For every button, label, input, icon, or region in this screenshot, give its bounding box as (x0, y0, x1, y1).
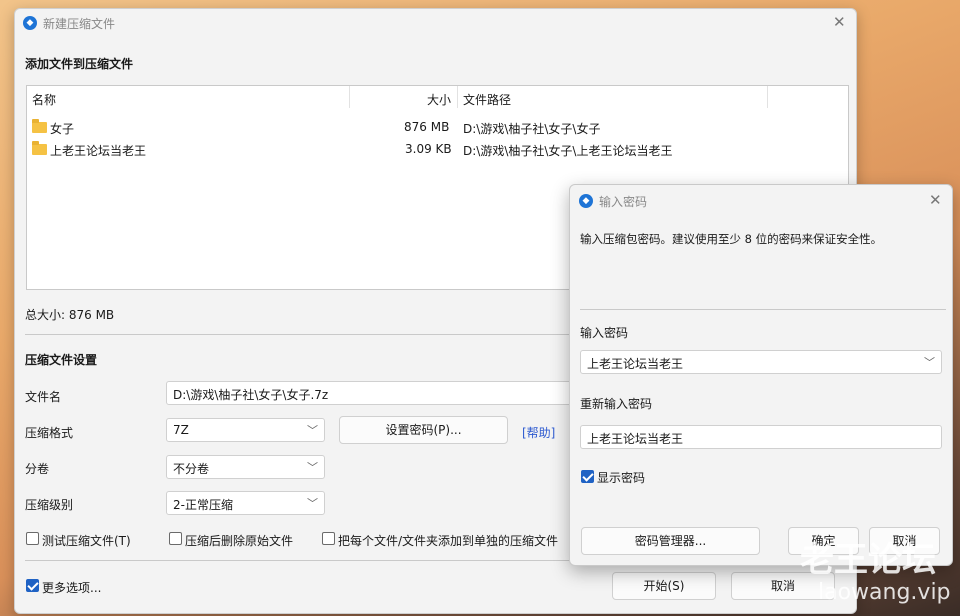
file-size: 876 MB (404, 120, 450, 134)
column-header-path[interactable]: 文件路径 (463, 91, 511, 108)
level-select[interactable]: 2-正常压缩 ﹀ (166, 491, 325, 515)
file-path: D:\游戏\柚子社\女子\女子 (463, 122, 601, 136)
separate-archives-checkbox[interactable] (322, 532, 335, 545)
divider (25, 560, 570, 561)
file-row[interactable]: 女子 876 MB D:\游戏\柚子社\女子\女子 (27, 116, 848, 138)
volume-select[interactable]: 不分卷 ﹀ (166, 455, 325, 479)
divider (25, 334, 570, 335)
help-link[interactable]: [帮助] (522, 424, 555, 441)
window-title: 新建压缩文件 (43, 17, 116, 31)
volume-label: 分卷 (25, 462, 50, 476)
add-files-heading: 添加文件到压缩文件 (25, 57, 134, 71)
file-name: 上老王论坛当老王 (50, 144, 147, 158)
dialog-title: 输入密码 (599, 195, 648, 209)
chevron-down-icon: ﹀ (307, 497, 318, 510)
more-options-label[interactable]: 更多选项... (42, 579, 101, 596)
folder-icon (32, 119, 47, 133)
separate-archives-label[interactable]: 把每个文件/文件夹添加到单独的压缩文件 (338, 532, 558, 549)
total-size: 总大小: 876 MB (25, 308, 115, 322)
watermark-text: 老王论坛 (800, 540, 936, 580)
password-value: 上老王论坛当老王 (587, 357, 684, 371)
level-label: 压缩级别 (25, 498, 74, 512)
close-icon[interactable]: ✕ (929, 193, 942, 208)
show-password-checkbox[interactable] (581, 470, 594, 483)
level-value: 2-正常压缩 (173, 498, 233, 512)
test-archive-label[interactable]: 测试压缩文件(T) (42, 532, 131, 549)
show-password-label[interactable]: 显示密码 (597, 469, 645, 486)
file-size: 3.09 KB (405, 142, 452, 156)
volume-value: 不分卷 (173, 462, 210, 476)
chevron-down-icon: ﹀ (307, 461, 318, 474)
password-label: 输入密码 (580, 326, 629, 340)
column-divider (767, 86, 768, 108)
folder-icon (32, 141, 47, 155)
password-input[interactable]: 上老王论坛当老王 ﹀ (580, 350, 942, 374)
close-icon[interactable]: ✕ (833, 15, 846, 30)
filename-label: 文件名 (25, 390, 62, 404)
file-list-header: 名称 大小 文件路径 (27, 86, 848, 108)
test-archive-checkbox[interactable] (26, 532, 39, 545)
title-bar: ◆ 新建压缩文件 ✕ (15, 9, 856, 39)
column-divider (349, 86, 350, 108)
divider (580, 309, 946, 310)
more-options-checkbox[interactable] (26, 579, 39, 592)
file-name: 女子 (50, 122, 75, 136)
set-password-button[interactable]: 设置密码(P)... (339, 416, 508, 444)
dialog-description: 输入压缩包密码。建议使用至少 8 位的密码来保证安全性。 (580, 232, 883, 246)
watermark-url: laowang.vip (818, 580, 951, 605)
column-divider (457, 86, 458, 108)
password-dialog: ◆ 输入密码 ✕ 输入压缩包密码。建议使用至少 8 位的密码来保证安全性。 输入… (569, 184, 953, 566)
format-select[interactable]: 7Z ﹀ (166, 418, 325, 442)
start-button[interactable]: 开始(S) (612, 572, 716, 600)
delete-original-checkbox[interactable] (169, 532, 182, 545)
file-row[interactable]: 上老王论坛当老王 3.09 KB D:\游戏\柚子社\女子\上老王论坛当老王 (27, 138, 848, 160)
reenter-password-label: 重新输入密码 (580, 397, 653, 411)
reenter-password-input[interactable]: 上老王论坛当老王 (580, 425, 942, 449)
column-header-name[interactable]: 名称 (32, 91, 56, 108)
chevron-down-icon[interactable]: ﹀ (924, 354, 935, 370)
format-value: 7Z (173, 423, 189, 437)
app-logo-icon: ◆ (579, 194, 593, 208)
delete-original-label[interactable]: 压缩后删除原始文件 (185, 532, 293, 549)
password-manager-button[interactable]: 密码管理器... (581, 527, 760, 555)
file-path: D:\游戏\柚子社\女子\上老王论坛当老王 (463, 144, 673, 158)
settings-heading: 压缩文件设置 (25, 353, 98, 367)
app-logo-icon: ◆ (23, 16, 37, 30)
column-header-size[interactable]: 大小 (427, 91, 451, 108)
chevron-down-icon: ﹀ (307, 424, 318, 437)
format-label: 压缩格式 (25, 426, 74, 440)
filename-input[interactable]: D:\游戏\柚子社\女子\女子.7z (166, 381, 586, 405)
